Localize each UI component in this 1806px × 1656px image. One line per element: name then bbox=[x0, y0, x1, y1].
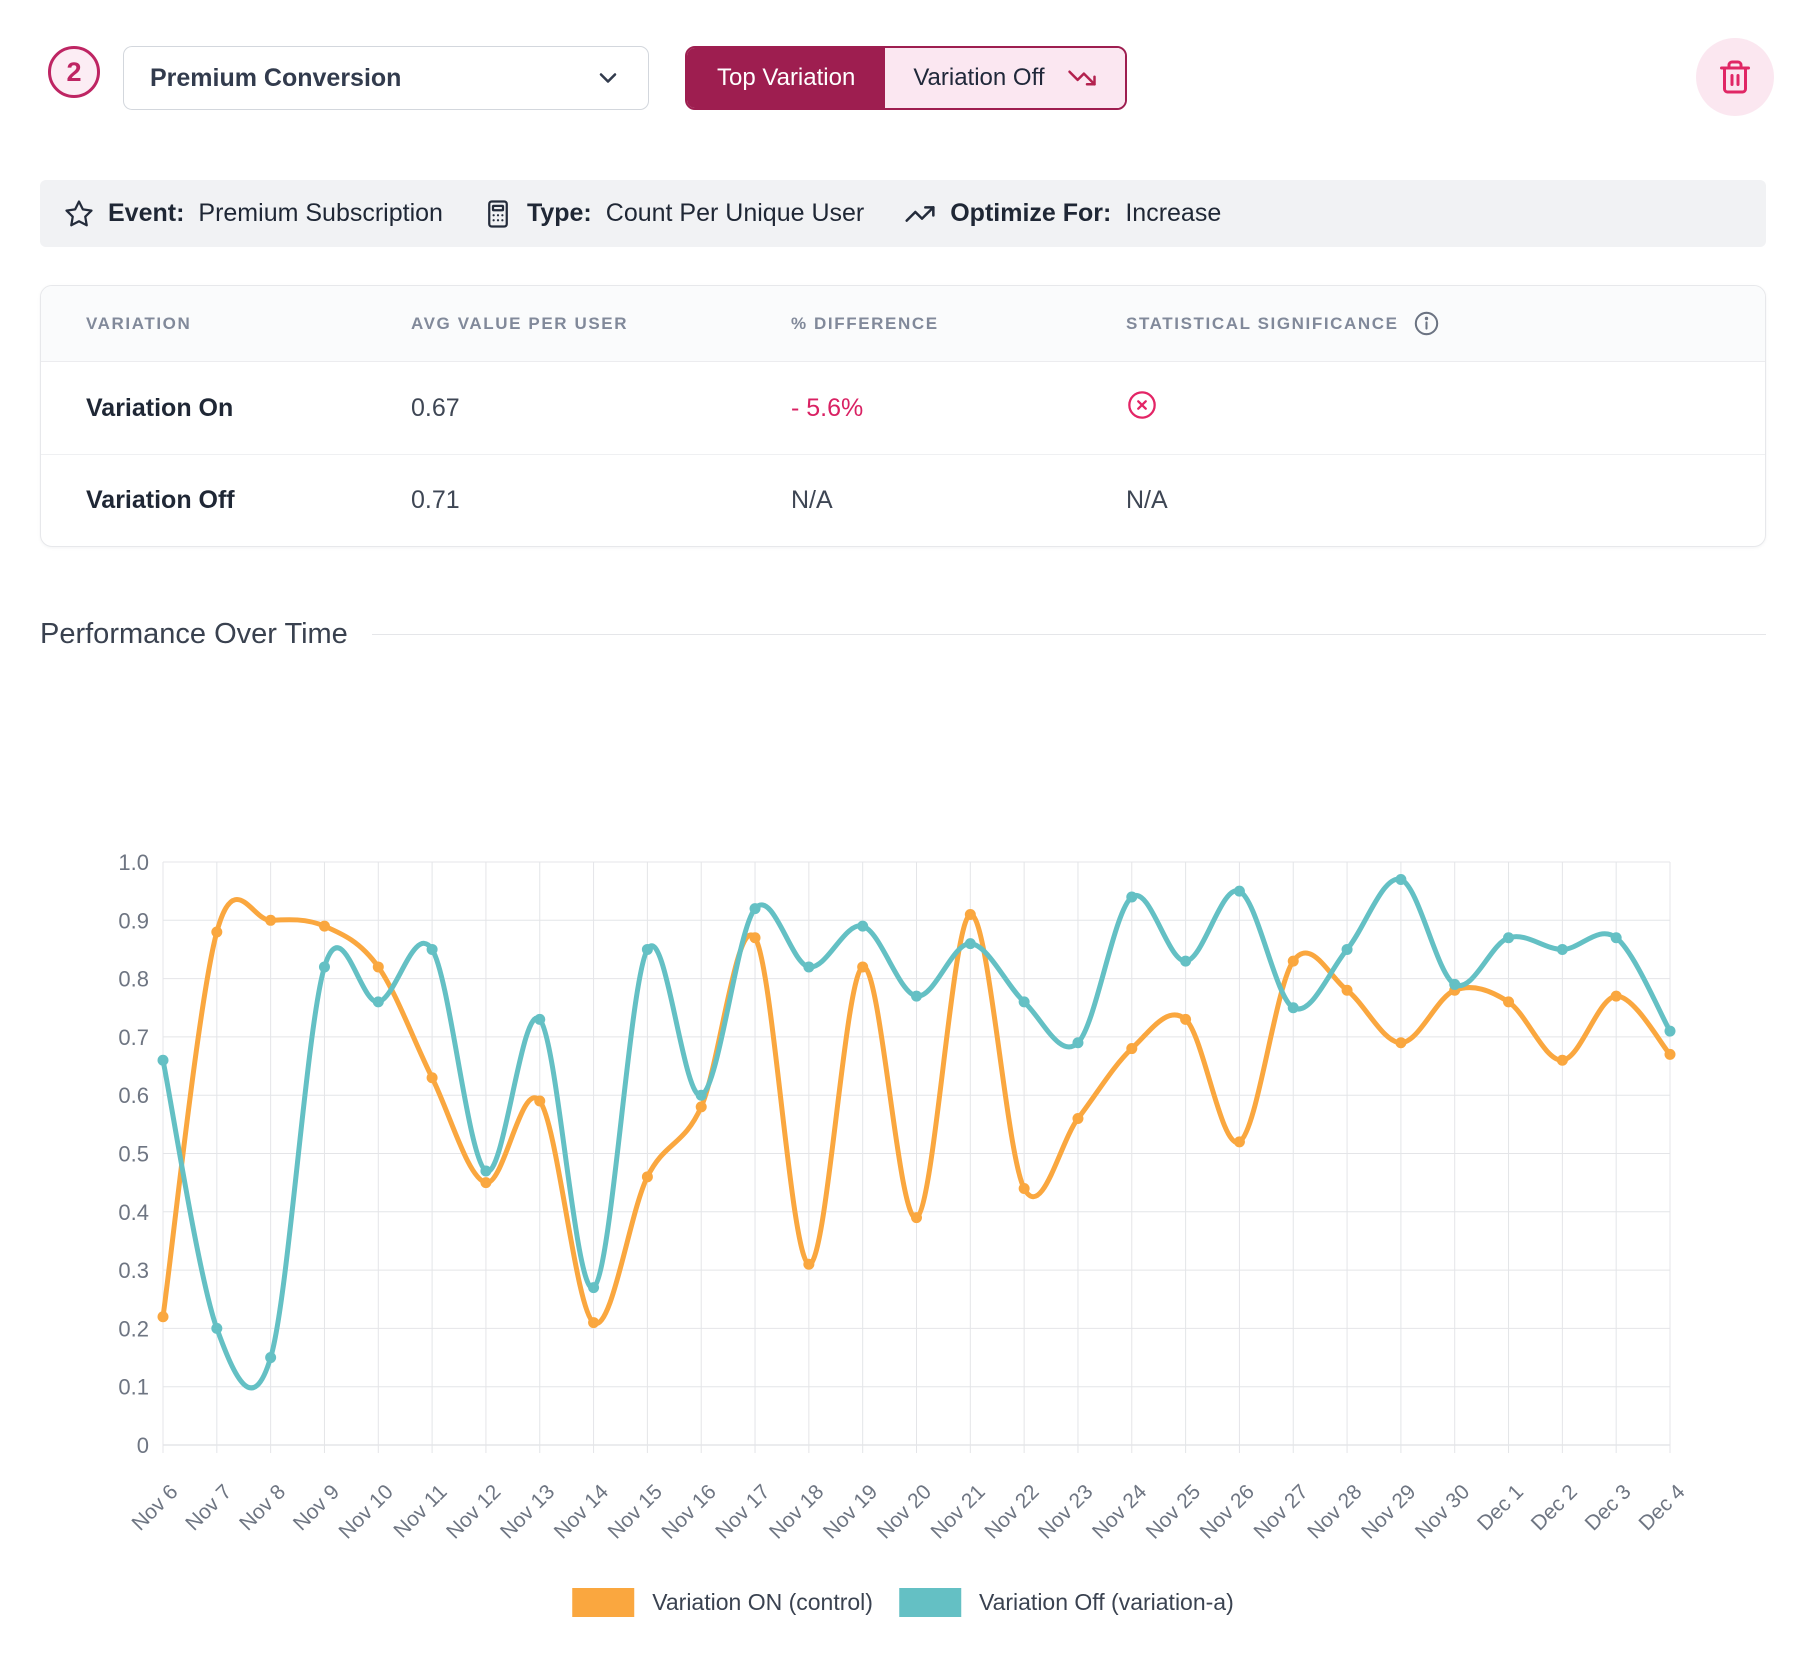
svg-text:Nov 12: Nov 12 bbox=[442, 1480, 505, 1543]
performance-section-header: Performance Over Time bbox=[40, 618, 1766, 651]
svg-text:Nov 28: Nov 28 bbox=[1303, 1480, 1366, 1543]
trending-down-icon bbox=[1067, 63, 1097, 93]
not-significant-icon bbox=[1126, 389, 1158, 421]
info-icon[interactable] bbox=[1413, 310, 1440, 337]
trending-up-icon bbox=[904, 198, 936, 230]
variation-name: Variation On bbox=[86, 394, 411, 423]
svg-text:Nov 6: Nov 6 bbox=[127, 1480, 182, 1535]
svg-text:0.6: 0.6 bbox=[118, 1083, 149, 1108]
chevron-down-icon bbox=[594, 64, 622, 92]
col-avg-value: AVG VALUE PER USER bbox=[411, 314, 791, 334]
svg-text:Nov 13: Nov 13 bbox=[496, 1480, 559, 1543]
legend-label: Variation Off (variation-a) bbox=[979, 1589, 1234, 1616]
diff-value: - 5.6% bbox=[791, 394, 1126, 423]
line-chart-canvas: 00.10.20.30.40.50.60.70.80.91.0Nov 6Nov … bbox=[0, 740, 1806, 1590]
svg-text:0.8: 0.8 bbox=[118, 967, 149, 992]
svg-text:Nov 16: Nov 16 bbox=[657, 1480, 720, 1543]
svg-text:0.7: 0.7 bbox=[118, 1025, 149, 1050]
section-title: Performance Over Time bbox=[40, 618, 348, 651]
svg-text:1.0: 1.0 bbox=[118, 850, 149, 875]
svg-text:Nov 26: Nov 26 bbox=[1196, 1480, 1259, 1543]
type-info: Type: Count Per Unique User bbox=[483, 199, 864, 229]
svg-text:Nov 24: Nov 24 bbox=[1088, 1480, 1152, 1544]
svg-text:Nov 7: Nov 7 bbox=[181, 1480, 236, 1535]
optimize-label: Optimize For: bbox=[950, 199, 1111, 228]
svg-text:0: 0 bbox=[137, 1433, 149, 1458]
svg-text:Nov 23: Nov 23 bbox=[1034, 1480, 1097, 1543]
svg-text:Nov 15: Nov 15 bbox=[604, 1480, 667, 1543]
svg-text:Nov 10: Nov 10 bbox=[335, 1480, 398, 1543]
optimize-value: Increase bbox=[1125, 199, 1221, 228]
avg-value: 0.71 bbox=[411, 486, 791, 515]
type-value: Count Per Unique User bbox=[606, 199, 864, 228]
type-label: Type: bbox=[527, 199, 592, 228]
svg-text:0.5: 0.5 bbox=[118, 1142, 149, 1167]
metric-info-bar: Event: Premium Subscription Type: Count … bbox=[40, 180, 1766, 247]
svg-text:Nov 21: Nov 21 bbox=[927, 1480, 990, 1543]
svg-text:Dec 1: Dec 1 bbox=[1473, 1480, 1528, 1535]
top-variation-value[interactable]: Variation Off bbox=[885, 48, 1124, 108]
significance-cell bbox=[1126, 389, 1765, 428]
svg-text:Nov 17: Nov 17 bbox=[711, 1480, 774, 1543]
svg-text:0.1: 0.1 bbox=[118, 1375, 149, 1400]
delete-metric-button[interactable] bbox=[1696, 38, 1774, 116]
col-significance: STATISTICAL SIGNIFICANCE bbox=[1126, 310, 1765, 337]
table-row: Variation Off 0.71 N/A N/A bbox=[41, 454, 1765, 546]
performance-chart: 00.10.20.30.40.50.60.70.80.91.0Nov 6Nov … bbox=[0, 740, 1806, 1590]
svg-text:Nov 29: Nov 29 bbox=[1357, 1480, 1420, 1543]
svg-text:Nov 11: Nov 11 bbox=[389, 1480, 451, 1542]
col-variation: VARIATION bbox=[86, 314, 411, 334]
top-variation-label[interactable]: Top Variation bbox=[687, 48, 885, 108]
legend-item-variation-on[interactable]: Variation ON (control) bbox=[572, 1588, 873, 1617]
svg-text:0.4: 0.4 bbox=[118, 1200, 149, 1225]
svg-text:Nov 20: Nov 20 bbox=[873, 1480, 936, 1543]
svg-text:Nov 22: Nov 22 bbox=[980, 1480, 1043, 1543]
col-difference: % DIFFERENCE bbox=[791, 314, 1126, 334]
svg-text:Dec 2: Dec 2 bbox=[1527, 1480, 1582, 1535]
event-label: Event: bbox=[108, 199, 184, 228]
calculator-icon bbox=[483, 199, 513, 229]
results-table: VARIATION AVG VALUE PER USER % DIFFERENC… bbox=[40, 285, 1766, 547]
optimize-info: Optimize For: Increase bbox=[904, 198, 1221, 230]
svg-text:0.3: 0.3 bbox=[118, 1258, 149, 1283]
metric-index-badge: 2 bbox=[48, 46, 100, 98]
diff-value: N/A bbox=[791, 486, 1126, 515]
svg-text:Dec 3: Dec 3 bbox=[1581, 1480, 1636, 1535]
top-variation-control: Top Variation Variation Off bbox=[685, 46, 1127, 110]
trash-icon bbox=[1717, 59, 1753, 95]
legend-label: Variation ON (control) bbox=[652, 1589, 873, 1616]
svg-text:Nov 25: Nov 25 bbox=[1142, 1480, 1205, 1543]
svg-text:0.2: 0.2 bbox=[118, 1316, 149, 1341]
svg-text:Nov 30: Nov 30 bbox=[1411, 1480, 1474, 1543]
event-info: Event: Premium Subscription bbox=[64, 199, 443, 229]
svg-text:Nov 27: Nov 27 bbox=[1249, 1480, 1312, 1543]
chart-legend: Variation ON (control) Variation Off (va… bbox=[572, 1588, 1234, 1617]
metric-dropdown-value: Premium Conversion bbox=[150, 64, 401, 93]
avg-value: 0.67 bbox=[411, 394, 791, 423]
svg-text:Nov 19: Nov 19 bbox=[819, 1480, 882, 1543]
variation-name: Variation Off bbox=[86, 486, 411, 515]
svg-text:0.9: 0.9 bbox=[118, 908, 149, 933]
divider bbox=[372, 634, 1766, 635]
legend-swatch-orange bbox=[572, 1588, 634, 1617]
significance-cell: N/A bbox=[1126, 486, 1765, 515]
event-value: Premium Subscription bbox=[198, 199, 443, 228]
svg-text:Dec 4: Dec 4 bbox=[1634, 1480, 1689, 1535]
table-header-row: VARIATION AVG VALUE PER USER % DIFFERENC… bbox=[41, 286, 1765, 362]
svg-text:Nov 14: Nov 14 bbox=[550, 1480, 614, 1544]
table-row: Variation On 0.67 - 5.6% bbox=[41, 362, 1765, 454]
legend-item-variation-off[interactable]: Variation Off (variation-a) bbox=[899, 1588, 1234, 1617]
legend-swatch-teal bbox=[899, 1588, 961, 1617]
metric-panel: 2 Premium Conversion Top Variation Varia… bbox=[0, 0, 1806, 1656]
svg-text:Nov 18: Nov 18 bbox=[765, 1480, 828, 1543]
star-icon bbox=[64, 199, 94, 229]
svg-text:Nov 8: Nov 8 bbox=[235, 1480, 290, 1535]
metric-dropdown[interactable]: Premium Conversion bbox=[123, 46, 649, 110]
